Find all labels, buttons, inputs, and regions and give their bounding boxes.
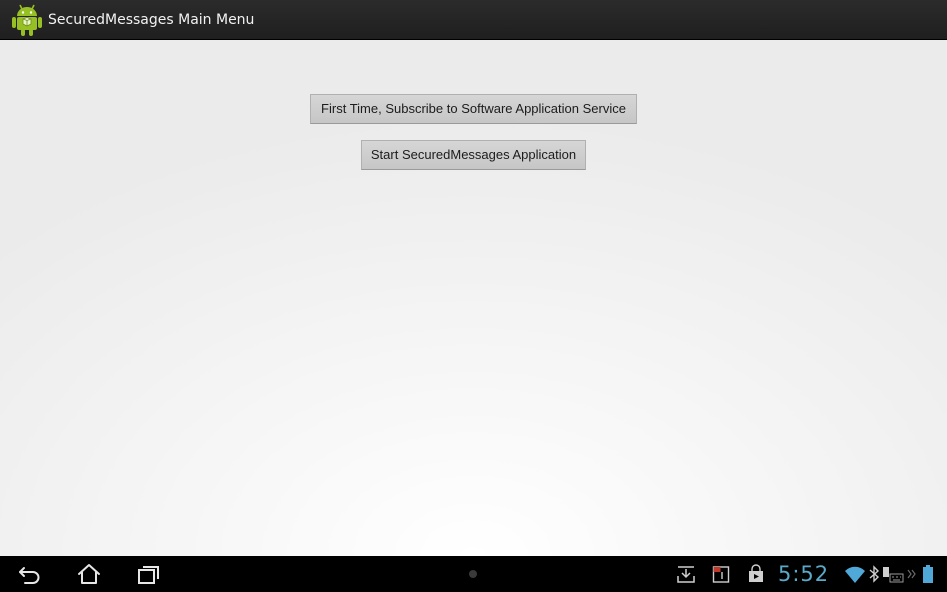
- keyboard-icon: [883, 567, 904, 583]
- system-bar: 5:52: [0, 556, 947, 592]
- app-title: SecuredMessages Main Menu: [48, 12, 255, 28]
- play-store-icon[interactable]: [747, 564, 765, 584]
- screen: SecuredMessages Main Menu First Time, Su…: [0, 0, 947, 592]
- download-icon[interactable]: [676, 564, 696, 584]
- recent-apps-icon[interactable]: [136, 562, 162, 586]
- chevron-right-icon: [907, 569, 916, 579]
- calendar-icon[interactable]: [711, 564, 731, 584]
- status-clock: 5:52: [778, 562, 830, 586]
- page-indicator-dot: [469, 570, 477, 578]
- home-icon[interactable]: [76, 562, 102, 586]
- wifi-icon: [845, 566, 865, 583]
- bluetooth-icon: [869, 565, 880, 583]
- android-robot-icon[interactable]: [10, 2, 44, 38]
- subscribe-button[interactable]: First Time, Subscribe to Software Applic…: [310, 94, 637, 124]
- battery-icon: [923, 565, 933, 583]
- content-area: First Time, Subscribe to Software Applic…: [0, 40, 947, 556]
- back-icon[interactable]: [17, 562, 43, 586]
- action-bar: SecuredMessages Main Menu: [0, 0, 947, 40]
- start-app-button[interactable]: Start SecuredMessages Application: [361, 140, 586, 170]
